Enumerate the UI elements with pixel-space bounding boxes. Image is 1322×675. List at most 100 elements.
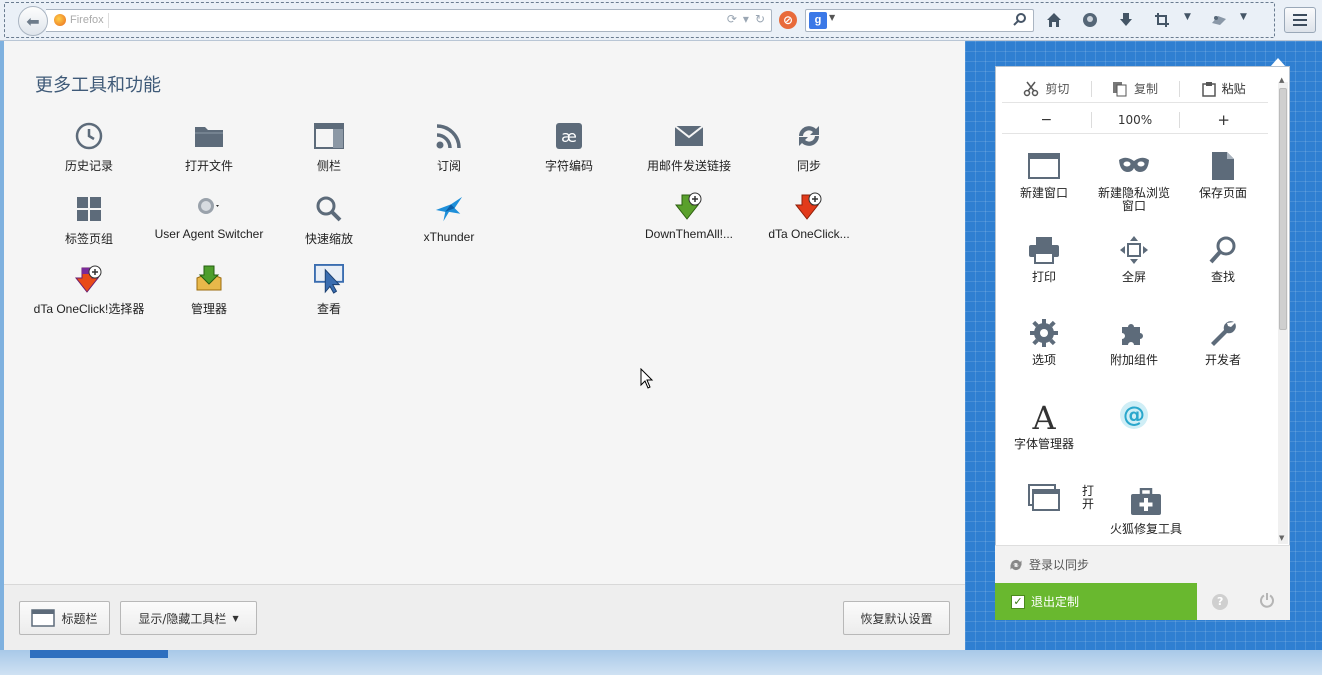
scroll-down-icon[interactable]: ▼ [1279, 534, 1284, 542]
cut-button[interactable]: 剪切 [1002, 75, 1091, 102]
palette-item-label: 管理器 [190, 302, 227, 316]
panel-item-new-window[interactable]: 新建窗口 [999, 149, 1089, 200]
palette-item-label: 快速缩放 [304, 232, 353, 246]
crop-icon[interactable] [1151, 9, 1173, 31]
palette-item-email-link[interactable]: 用邮件发送链接 [629, 121, 749, 174]
taskbar-strip [0, 650, 1322, 675]
palette-item-subscribe[interactable]: 订阅 [389, 121, 509, 174]
home-icon[interactable] [1043, 9, 1065, 31]
menu-icon-bar [1293, 24, 1307, 26]
search-engine-icon[interactable]: g [809, 12, 827, 29]
palette-item-label: 历史记录 [64, 159, 113, 173]
refresh-icon[interactable]: ↻ [755, 12, 765, 26]
search-engine-dropdown-icon[interactable]: ▼ [829, 13, 835, 22]
panel-item-fullscreen[interactable]: 全屏 [1089, 233, 1179, 284]
paste-label: 粘贴 [1221, 82, 1246, 96]
crop-dropdown-icon[interactable]: ▼ [1184, 12, 1191, 22]
panel-item-developer[interactable]: 开发者 [1178, 316, 1268, 367]
adblock-icon[interactable]: ⊘ [779, 11, 797, 29]
palette-item-manager[interactable]: 管理器 [149, 264, 269, 317]
zoom-icon [314, 194, 344, 224]
panel-item-label: 新建隐私浏览窗口 [1097, 186, 1170, 213]
customize-palette: 更多工具和功能 历史记录 打开文件 侧栏 订阅 æ 字符编码 用邮件发送链接 同… [4, 41, 965, 584]
at-icon: @ [1117, 398, 1151, 432]
panel-item-font-manager[interactable]: A 字体管理器 [999, 400, 1089, 451]
scroll-up-icon[interactable]: ▲ [1279, 76, 1284, 84]
edit-controls: 剪切 复制 粘贴 [1002, 75, 1268, 103]
print-icon [1027, 233, 1061, 267]
panel-item-print[interactable]: 打印 [999, 233, 1089, 284]
email-icon [674, 121, 704, 151]
navigation-toolbar: Firefox ⟳ ▾ ↻ ⬅ ⊘ g ▼ ▼ ▼ [0, 0, 1322, 41]
palette-item-open-file[interactable]: 打开文件 [149, 121, 269, 174]
exit-customize-button[interactable]: ✓ 退出定制 [995, 583, 1197, 620]
history-dropdown-icon[interactable]: ▾ [743, 12, 749, 26]
toolbars-toggle-button[interactable]: 显示/隐藏工具栏 ▼ [120, 601, 257, 635]
search-icon[interactable] [1013, 12, 1027, 30]
palette-item-sidebar[interactable]: 侧栏 [269, 121, 389, 174]
sync-signin-button[interactable]: 登录以同步 [995, 545, 1290, 583]
palette-item-label: 订阅 [436, 159, 461, 173]
panel-item-save-page[interactable]: 保存页面 [1178, 149, 1268, 200]
palette-item-dta-selector[interactable]: dTa OneClick!选择器 [29, 264, 149, 317]
xthunder-icon [434, 194, 464, 224]
menu-button[interactable] [1284, 7, 1316, 33]
help-icon[interactable]: ? [1212, 593, 1229, 610]
panel-item-open-window[interactable] [999, 481, 1089, 515]
reload-icon[interactable]: ⟳ [727, 12, 737, 26]
copy-button[interactable]: 复制 [1090, 75, 1180, 102]
panel-item-addons[interactable]: 附加组件 [1089, 316, 1179, 367]
panel-scrollbar[interactable]: ▲ ▼ [1278, 76, 1288, 544]
addon-avatar-icon[interactable] [1079, 9, 1101, 31]
repair-tool-icon [1129, 485, 1163, 519]
palette-item-dta-oneclick[interactable]: dTa OneClick... [749, 191, 869, 241]
panel-item-email-at[interactable]: @ [1089, 398, 1179, 436]
panel-item-label: 打印 [1031, 270, 1056, 284]
addon-icon[interactable] [1208, 9, 1230, 31]
palette-item-tab-groups[interactable]: 标签页组 [29, 194, 149, 247]
zoom-reset-button[interactable]: 100% [1090, 106, 1180, 133]
addons-icon [1117, 316, 1151, 350]
panel-item-repair-tool[interactable]: 火狐修复工具 [1101, 485, 1191, 536]
panel-item-find[interactable]: 查找 [1178, 233, 1268, 284]
paste-icon [1201, 81, 1216, 97]
svg-text:æ: æ [561, 127, 577, 146]
palette-footer: 标题栏 显示/隐藏工具栏 ▼ 恢复默认设置 [4, 584, 965, 650]
copy-icon [1113, 81, 1127, 96]
inspect-icon [314, 264, 344, 294]
palette-item-zoom[interactable]: 快速缩放 [269, 194, 389, 247]
palette-title: 更多工具和功能 [35, 75, 161, 96]
palette-item-xthunder[interactable]: xThunder [389, 194, 509, 244]
downthemall-icon [674, 191, 704, 221]
palette-item-inspect[interactable]: 查看 [269, 264, 389, 317]
sidebar-icon [314, 121, 344, 151]
palette-item-downthemall[interactable]: DownThemAll!... [629, 191, 749, 241]
titlebar-button[interactable]: 标题栏 [19, 601, 110, 635]
back-button[interactable]: ⬅ [18, 6, 48, 36]
palette-item-sync[interactable]: 同步 [749, 121, 869, 174]
zoom-out-button[interactable]: − [1002, 106, 1091, 133]
new-window-icon [1027, 149, 1061, 183]
find-icon [1206, 233, 1240, 267]
scroll-thumb[interactable] [1279, 88, 1287, 330]
manager-icon [194, 264, 224, 294]
developer-icon [1206, 316, 1240, 350]
search-input[interactable]: g ▼ [805, 9, 1034, 32]
panel-item-label: 附加组件 [1109, 353, 1158, 367]
panel-item-private-window[interactable]: 新建隐私浏览窗口 [1089, 149, 1179, 213]
restore-defaults-button[interactable]: 恢复默认设置 [843, 601, 950, 635]
url-identity-label: Firefox [70, 14, 104, 26]
palette-item-history[interactable]: 历史记录 [29, 121, 149, 174]
exit-customize-label: 退出定制 [1031, 595, 1080, 609]
url-bar[interactable]: Firefox ⟳ ▾ ↻ [46, 9, 772, 32]
zoom-in-button[interactable]: + [1179, 106, 1268, 133]
palette-item-encoding[interactable]: æ 字符编码 [509, 121, 629, 174]
paste-button[interactable]: 粘贴 [1179, 75, 1268, 102]
addon-dropdown-icon[interactable]: ▼ [1240, 12, 1247, 22]
download-icon[interactable] [1115, 9, 1137, 31]
url-identity: Firefox [54, 14, 104, 26]
power-icon[interactable] [1259, 592, 1275, 612]
panel-item-options[interactable]: 选项 [999, 316, 1089, 367]
palette-item-user-agent[interactable]: User Agent Switcher [149, 191, 269, 241]
url-separator [108, 13, 109, 28]
